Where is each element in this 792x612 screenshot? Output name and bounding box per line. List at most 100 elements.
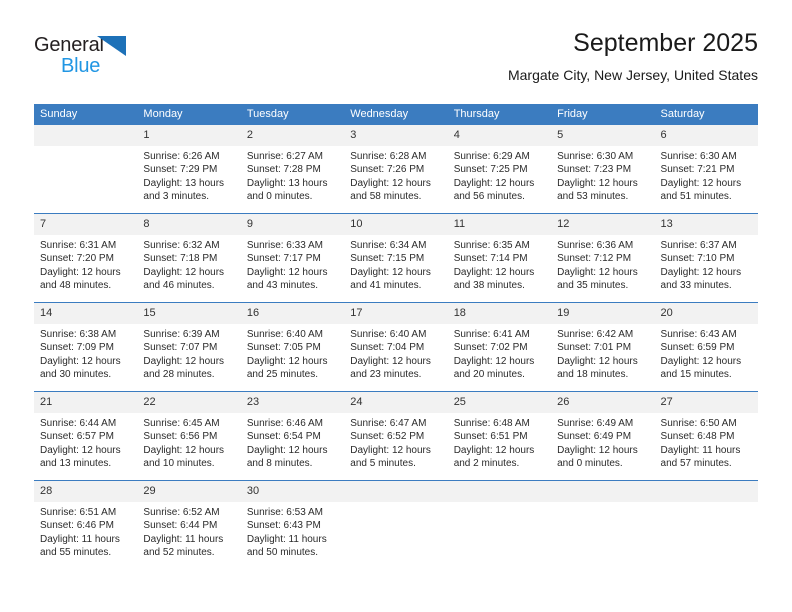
sunset-text: Sunset: 7:21 PM [660,164,735,176]
calendar-day-cell[interactable]: 25 Sunrise: 6:48 AM Sunset: 6:51 PM Dayligh… [447,391,552,481]
day-details: Sunrise: 6:45 AM Sunset: 6:56 PM Daylight:… [137,413,240,471]
sunset-text: Sunset: 7:07 PM [143,342,218,354]
calendar-day-cell[interactable]: 26 Sunrise: 6:49 AM Sunset: 6:49 PM Dayligh… [551,391,655,481]
calendar-day-cell[interactable]: 19 Sunrise: 6:42 AM Sunset: 7:01 PM Dayligh… [551,302,655,392]
calendar-day-cell[interactable]: 23 Sunrise: 6:46 AM Sunset: 6:54 PM Dayligh… [240,391,345,481]
day-number: 4 [447,125,552,146]
calendar-day-cell[interactable]: 6 Sunrise: 6:30 AM Sunset: 7:21 PM Daylight… [654,125,758,214]
calendar-week-row: 14 Sunrise: 6:38 AM Sunset: 7:09 PM Dayligh… [34,302,758,392]
day-number: 14 [34,303,138,324]
calendar-day-cell[interactable]: 1 Sunrise: 6:26 AM Sunset: 7:29 PM Daylight… [137,125,241,214]
daylight-text-line1: Daylight: 12 hours [40,266,121,278]
day-number: 7 [34,214,138,235]
sunset-text: Sunset: 7:18 PM [143,253,218,265]
calendar-day-cell[interactable]: 30 Sunrise: 6:53 AM Sunset: 6:43 PM Dayligh… [240,480,345,569]
sunset-text: Sunset: 6:56 PM [143,431,218,443]
calendar-day-cell[interactable]: 9 Sunrise: 6:33 AM Sunset: 7:17 PM Daylight… [240,213,345,303]
calendar-day-cell[interactable]: 16 Sunrise: 6:40 AM Sunset: 7:05 PM Dayligh… [240,302,345,392]
day-details: Sunrise: 6:51 AM Sunset: 6:46 PM Daylight:… [34,502,137,560]
calendar-day-cell[interactable]: 11 Sunrise: 6:35 AM Sunset: 7:14 PM Dayligh… [447,213,552,303]
calendar-day-cell-empty [551,480,655,569]
calendar-day-cell-empty [654,480,758,569]
daylight-text-line2: and 3 minutes. [143,191,210,203]
sunrise-text: Sunrise: 6:30 AM [557,151,634,162]
day-details: Sunrise: 6:41 AM Sunset: 7:02 PM Daylight:… [448,324,551,382]
calendar-day-cell[interactable]: 20 Sunrise: 6:43 AM Sunset: 6:59 PM Dayligh… [654,302,758,392]
sunset-text: Sunset: 6:44 PM [143,520,218,532]
calendar-day-cell[interactable]: 28 Sunrise: 6:51 AM Sunset: 6:46 PM Dayligh… [34,480,138,569]
day-number: 3 [344,125,448,146]
calendar-day-cell-empty [344,480,448,569]
sunset-text: Sunset: 6:57 PM [40,431,114,443]
daylight-text-line1: Daylight: 12 hours [557,444,638,456]
calendar-day-cell[interactable]: 15 Sunrise: 6:39 AM Sunset: 7:07 PM Dayligh… [137,302,241,392]
daylight-text-line1: Daylight: 12 hours [143,444,225,456]
sunrise-text: Sunrise: 6:39 AM [143,329,220,340]
daylight-text-line1: Daylight: 12 hours [660,266,742,278]
calendar-week-row: 28 Sunrise: 6:51 AM Sunset: 6:46 PM Dayligh… [34,480,758,569]
day-details: Sunrise: 6:44 AM Sunset: 6:57 PM Daylight:… [34,413,137,471]
daylight-text-line1: Daylight: 11 hours [246,533,327,545]
logo-text-blue: Blue [61,55,101,77]
calendar-day-cell[interactable]: 5 Sunrise: 6:30 AM Sunset: 7:23 PM Daylight… [551,125,655,214]
calendar-day-cell[interactable]: 21 Sunrise: 6:44 AM Sunset: 6:57 PM Dayligh… [34,391,138,481]
day-number: 22 [137,392,241,413]
daylight-text-line1: Daylight: 12 hours [40,355,121,367]
sunrise-text: Sunrise: 6:40 AM [246,329,323,340]
sunset-text: Sunset: 7:23 PM [557,164,632,176]
sunset-text: Sunset: 6:52 PM [350,431,425,443]
calendar-day-cell[interactable]: 2 Sunrise: 6:27 AM Sunset: 7:28 PM Daylight… [240,125,345,214]
calendar-day-cell[interactable]: 27 Sunrise: 6:50 AM Sunset: 6:48 PM Dayligh… [654,391,758,481]
day-details: Sunrise: 6:27 AM Sunset: 7:28 PM Daylight:… [241,146,344,204]
day-number: 10 [344,214,448,235]
sunrise-text: Sunrise: 6:42 AM [557,329,634,340]
day-details: Sunrise: 6:39 AM Sunset: 7:07 PM Daylight:… [137,324,240,382]
calendar-day-cell[interactable]: 17 Sunrise: 6:40 AM Sunset: 7:04 PM Dayligh… [344,302,448,392]
sunrise-text: Sunrise: 6:49 AM [557,418,634,429]
sunset-text: Sunset: 7:14 PM [453,253,528,265]
daylight-text-line1: Daylight: 12 hours [40,444,121,456]
sunrise-text: Sunrise: 6:33 AM [246,240,323,251]
daylight-text-line1: Daylight: 11 hours [660,444,741,456]
sunset-text: Sunset: 6:51 PM [453,431,528,443]
sunrise-text: Sunrise: 6:34 AM [350,240,427,251]
day-number: 13 [654,214,758,235]
sunrise-text: Sunrise: 6:41 AM [453,329,530,340]
weekday-header-saturday: Saturday [654,104,758,125]
day-number: 11 [447,214,552,235]
day-details: Sunrise: 6:52 AM Sunset: 6:44 PM Daylight:… [137,502,240,560]
sunset-text: Sunset: 6:59 PM [660,342,735,354]
calendar-day-cell[interactable]: 4 Sunrise: 6:29 AM Sunset: 7:25 PM Daylight… [447,125,552,214]
day-number: 17 [344,303,448,324]
sunset-text: Sunset: 7:29 PM [143,164,218,176]
calendar-day-cell[interactable]: 8 Sunrise: 6:32 AM Sunset: 7:18 PM Daylight… [137,213,241,303]
daylight-text-line2: and 8 minutes. [246,458,313,470]
calendar-day-cell[interactable]: 12 Sunrise: 6:36 AM Sunset: 7:12 PM Dayligh… [551,213,655,303]
day-details: Sunrise: 6:36 AM Sunset: 7:12 PM Daylight:… [551,235,654,293]
sunset-text: Sunset: 6:46 PM [40,520,114,532]
calendar-day-cell[interactable]: 29 Sunrise: 6:52 AM Sunset: 6:44 PM Dayligh… [137,480,241,569]
calendar-day-cell[interactable]: 3 Sunrise: 6:28 AM Sunset: 7:26 PM Daylight… [344,125,448,214]
calendar-day-cell[interactable]: 24 Sunrise: 6:47 AM Sunset: 6:52 PM Dayligh… [344,391,448,481]
generalblue-logo[interactable]: General Blue [34,34,164,82]
day-number [447,481,552,502]
weekday-header-thursday: Thursday [447,104,552,125]
sunrise-text: Sunrise: 6:52 AM [143,507,220,518]
page-subtitle: Margate City, New Jersey, United States [507,67,758,83]
daylight-text-line2: and 52 minutes. [143,547,215,559]
daylight-text-line2: and 15 minutes. [660,369,732,381]
calendar-day-cell[interactable]: 22 Sunrise: 6:45 AM Sunset: 6:56 PM Dayligh… [137,391,241,481]
sunrise-text: Sunrise: 6:26 AM [143,151,220,162]
daylight-text-line1: Daylight: 12 hours [660,177,742,189]
calendar-day-cell[interactable]: 10 Sunrise: 6:34 AM Sunset: 7:15 PM Dayligh… [344,213,448,303]
daylight-text-line2: and 43 minutes. [246,280,319,292]
day-number [551,481,655,502]
day-number: 15 [137,303,241,324]
sunset-text: Sunset: 7:02 PM [453,342,528,354]
calendar-day-cell[interactable]: 7 Sunrise: 6:31 AM Sunset: 7:20 PM Daylight… [34,213,138,303]
calendar-day-cell[interactable]: 18 Sunrise: 6:41 AM Sunset: 7:02 PM Dayligh… [447,302,552,392]
calendar-day-cell[interactable]: 14 Sunrise: 6:38 AM Sunset: 7:09 PM Dayligh… [34,302,138,392]
calendar-day-cell[interactable]: 13 Sunrise: 6:37 AM Sunset: 7:10 PM Dayligh… [654,213,758,303]
day-number: 29 [137,481,241,502]
calendar-day-cell-empty [447,480,552,569]
